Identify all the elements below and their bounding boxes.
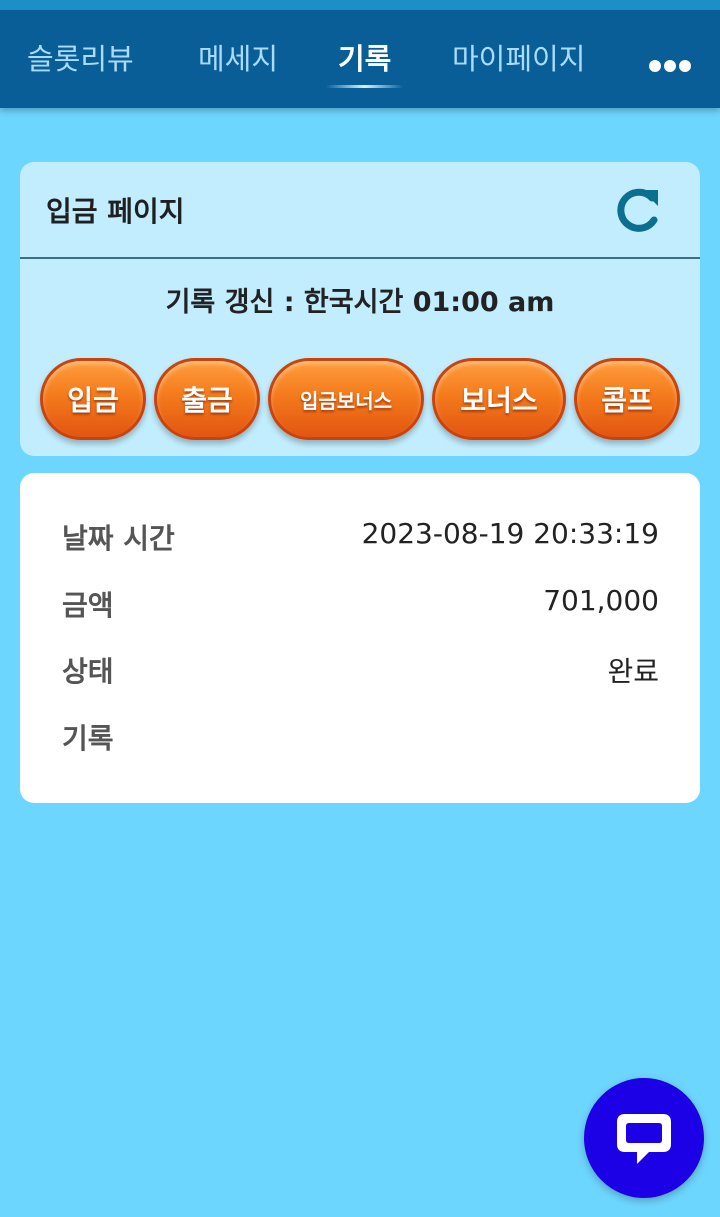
tab-records-label: 기록 (338, 42, 392, 76)
record-label: 기록 (62, 722, 114, 755)
bonus-button[interactable]: 보너스 (432, 358, 566, 440)
record-card: 날짜 시간 2023-08-19 20:33:19 금액 701,000 상태 … (20, 473, 700, 803)
datetime-value: 2023-08-19 20:33:19 (361, 517, 659, 550)
amount-value: 701,000 (543, 584, 659, 617)
chat-bubble-icon (617, 1114, 671, 1164)
update-time-text: 기록 갱신 : 한국시간 01:00 am (165, 287, 555, 318)
withdraw-button[interactable]: 출금 (154, 358, 260, 440)
deposit-bonus-button[interactable]: 입금보너스 (268, 358, 424, 440)
active-tab-indicator (326, 85, 404, 88)
tab-slot-review[interactable]: 슬롯리뷰 (27, 38, 134, 88)
deposit-panel: 입금 페이지 기록 갱신 : 한국시간 01:00 am 입금 출금 입금보너스… (20, 162, 700, 456)
more-dots-icon[interactable] (649, 58, 691, 74)
datetime-label: 날짜 시간 (62, 522, 175, 555)
page-title: 입금 페이지 (46, 195, 185, 228)
tab-messages[interactable]: 메세지 (198, 38, 278, 88)
panel-header: 입금 페이지 (20, 162, 700, 259)
top-navigation-bar: 슬롯리뷰 메세지 기록 마이페이지 (0, 0, 720, 108)
comp-button[interactable]: 콤프 (574, 358, 680, 440)
deposit-button[interactable]: 입금 (40, 358, 146, 440)
status-value: 완료 (607, 655, 659, 688)
refresh-icon[interactable] (612, 184, 664, 236)
tab-records[interactable]: 기록 (326, 38, 404, 88)
status-label: 상태 (62, 655, 114, 688)
tab-mypage[interactable]: 마이페이지 (452, 38, 585, 88)
amount-label: 금액 (62, 589, 114, 622)
chat-button[interactable] (584, 1078, 704, 1198)
